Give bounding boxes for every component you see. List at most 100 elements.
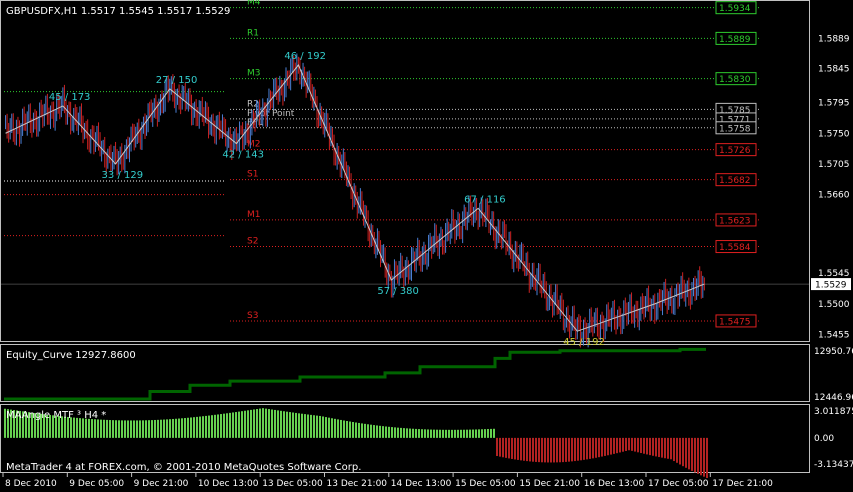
hist-bar (589, 437, 591, 459)
hist-bar (433, 429, 435, 438)
hist-bar (688, 437, 690, 470)
hist-bar (319, 415, 321, 438)
hist-bar (277, 410, 279, 438)
hist-bar (355, 422, 357, 438)
hist-bar (115, 420, 117, 438)
equity-tick: 12950.76 (814, 347, 853, 357)
hist-bar (259, 408, 261, 438)
hist-bar (493, 428, 495, 438)
hist-bar (556, 437, 558, 463)
hist-bar (502, 437, 504, 458)
hist-bar (190, 417, 192, 438)
hist-bar (373, 425, 375, 438)
hist-bar (337, 419, 339, 438)
hist-bar (127, 420, 129, 438)
hist-bar (91, 419, 93, 438)
hist-bar (613, 437, 615, 454)
hist-bar (583, 437, 585, 460)
time-tick: 15 Dec 05:00 (455, 479, 516, 489)
hist-bar (448, 429, 450, 438)
pivot-tag: 1.5584 (719, 243, 751, 253)
hist-bar (211, 415, 213, 438)
hist-bar (145, 420, 147, 438)
hist-bar (553, 437, 555, 463)
hist-bar (514, 437, 516, 460)
hist-bar (436, 429, 438, 438)
pivot-tag: 1.5830 (719, 75, 751, 85)
zigzag-label: 67 / 116 (464, 194, 506, 205)
hist-bar (664, 437, 666, 459)
hist-bar (223, 413, 225, 438)
hist-bar (706, 437, 708, 479)
hist-bar (637, 437, 639, 453)
hist-bar (466, 429, 468, 438)
pivot-name: R2 (247, 99, 259, 109)
hist-bar (364, 423, 366, 438)
hist-bar (376, 425, 378, 438)
hist-bar (484, 429, 486, 438)
hist-bar (445, 429, 447, 438)
hist-bar (196, 416, 198, 438)
hist-bar (112, 420, 114, 438)
hist-bar (382, 426, 384, 438)
current-price-label: 1.5529 (815, 281, 847, 291)
hist-bar (652, 437, 654, 456)
hist-bar (187, 417, 189, 438)
hist-bar (661, 437, 663, 458)
hist-bar (268, 409, 270, 438)
hist-bar (622, 437, 624, 452)
zigzag-label: 46 / 192 (284, 51, 326, 62)
hist-bar (634, 437, 636, 452)
hist-bar (199, 416, 201, 438)
hist-bar (361, 423, 363, 438)
hist-bar (97, 419, 99, 438)
hist-bar (244, 410, 246, 438)
hist-bar (607, 437, 609, 456)
hist-bar (406, 428, 408, 438)
pivot-tag: 1.5889 (719, 35, 751, 45)
hist-bar (352, 422, 354, 438)
hist-bar (469, 429, 471, 438)
price-tick: 1.5845 (818, 64, 850, 74)
hist-bar (109, 420, 111, 438)
hist-bar (265, 408, 267, 438)
hist-bar (481, 429, 483, 438)
hist-bar (496, 437, 498, 457)
price-tick: 1.5660 (818, 191, 850, 201)
hist-bar (421, 429, 423, 438)
hist-bar (379, 425, 381, 438)
hist-bar (388, 426, 390, 438)
hist-bar (391, 427, 393, 438)
hist-bar (346, 421, 348, 438)
hist-bar (88, 418, 90, 438)
equity-tick: 12446.96 (814, 393, 853, 403)
hist-bar (169, 419, 171, 438)
hist-bar (442, 429, 444, 438)
hist-bar (424, 429, 426, 438)
hist-bar (367, 424, 369, 438)
hist-bar (631, 437, 633, 451)
hist-bar (598, 437, 600, 458)
hist-bar (691, 437, 693, 471)
hist-bar (454, 429, 456, 438)
hist-bar (403, 428, 405, 438)
hist-bar (154, 419, 156, 438)
pivot-name: S3 (247, 311, 258, 321)
hist-bar (508, 437, 510, 459)
time-tick: 16 Dec 13:00 (584, 479, 645, 489)
hist-bar (397, 427, 399, 438)
hist-bar (193, 417, 195, 438)
hist-bar (295, 412, 297, 438)
hist-bar (430, 429, 432, 438)
pivot-tag: 1.5726 (719, 146, 751, 156)
hist-bar (595, 437, 597, 458)
hist-bar (226, 413, 228, 438)
pivot-name: R1 (247, 28, 259, 38)
hist-bar (241, 411, 243, 438)
hist-bar (304, 414, 306, 438)
price-tick: 1.5795 (818, 99, 850, 109)
hist-bar (262, 408, 264, 438)
hist-bar (439, 429, 441, 438)
hist-bar (478, 429, 480, 438)
hist-bar (247, 410, 249, 438)
